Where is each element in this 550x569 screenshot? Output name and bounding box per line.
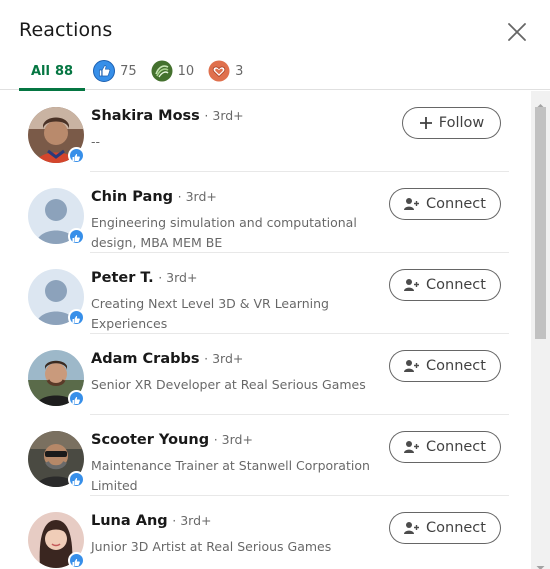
tab-love[interactable]: 3 (208, 52, 243, 90)
list-item[interactable]: Luna Ang · 3rd+ Junior 3D Artist at Real… (0, 496, 531, 569)
avatar[interactable] (28, 188, 85, 245)
connect-button[interactable]: Connect (389, 350, 501, 382)
add-person-icon (404, 359, 420, 373)
tab-like-count: 75 (120, 63, 137, 79)
tab-love-count: 3 (235, 63, 244, 79)
list-item[interactable]: Scooter Young · 3rd+ Maintenance Trainer… (0, 415, 531, 496)
add-person-icon (404, 440, 420, 454)
like-badge-icon (68, 147, 85, 164)
person-name-line: Adam Crabbs · 3rd+ (91, 351, 243, 367)
avatar[interactable] (28, 431, 85, 488)
connection-degree: · 3rd+ (158, 270, 198, 285)
avatar[interactable] (28, 350, 85, 407)
scroll-down-arrow-icon[interactable] (535, 557, 546, 569)
love-icon (208, 60, 230, 82)
tab-all-label: All (31, 63, 50, 79)
avatar[interactable] (28, 269, 85, 326)
scrollbar[interactable] (531, 91, 550, 569)
close-icon (508, 23, 526, 41)
follow-button-label: Follow (438, 115, 485, 131)
connect-button-label: Connect (426, 277, 486, 293)
person-name-line: Chin Pang · 3rd+ (91, 189, 217, 205)
support-icon (151, 60, 173, 82)
list-item[interactable]: Shakira Moss · 3rd+ -- Follow (0, 91, 531, 172)
add-person-icon (404, 521, 420, 535)
person-headline: Engineering simulation and computational… (91, 215, 357, 250)
scrollbar-thumb[interactable] (535, 107, 546, 339)
like-badge-icon (68, 390, 85, 407)
list-item[interactable]: Adam Crabbs · 3rd+ Senior XR Developer a… (0, 334, 531, 415)
tab-all-count: 88 (54, 63, 74, 79)
like-badge-icon (68, 309, 85, 326)
person-name-line: Shakira Moss · 3rd+ (91, 108, 244, 124)
connection-degree: · 3rd+ (177, 189, 217, 204)
person-headline: Creating Next Level 3D & VR Learning Exp… (91, 296, 329, 331)
connect-button[interactable]: Connect (389, 431, 501, 463)
follow-button[interactable]: Follow (402, 107, 501, 139)
tab-like[interactable]: 75 (93, 52, 137, 90)
connect-button-label: Connect (426, 520, 486, 536)
person-name[interactable]: Peter T. (91, 270, 154, 286)
add-person-icon (404, 197, 420, 211)
like-badge-icon (68, 228, 85, 245)
connect-button-label: Connect (426, 196, 486, 212)
reaction-tabs: All 88 75 10 3 (0, 52, 243, 91)
tab-support[interactable]: 10 (151, 52, 195, 90)
person-name-line: Peter T. · 3rd+ (91, 270, 197, 286)
like-icon (93, 60, 116, 82)
person-headline: Junior 3D Artist at Real Serious Games (91, 539, 332, 554)
person-name[interactable]: Scooter Young (91, 432, 209, 448)
connect-button[interactable]: Connect (389, 512, 501, 544)
person-headline: -- (91, 134, 101, 149)
reactions-modal: Reactions All 88 75 10 3 Shakira Moss · … (0, 0, 550, 569)
connect-button-label: Connect (426, 439, 486, 455)
connection-degree: · 3rd+ (172, 513, 212, 528)
list-item[interactable]: Peter T. · 3rd+ Creating Next Level 3D &… (0, 253, 531, 334)
scroll-up-arrow-icon[interactable] (535, 95, 546, 108)
person-name[interactable]: Shakira Moss (91, 108, 200, 124)
close-button[interactable] (505, 20, 529, 44)
connection-degree: · 3rd+ (204, 351, 244, 366)
list-item[interactable]: Chin Pang · 3rd+ Engineering simulation … (0, 172, 531, 253)
person-name[interactable]: Chin Pang (91, 189, 173, 205)
add-person-icon (404, 278, 420, 292)
like-badge-icon (68, 471, 85, 488)
connect-button[interactable]: Connect (389, 188, 501, 220)
connection-degree: · 3rd+ (213, 432, 253, 447)
modal-title: Reactions (19, 19, 113, 41)
person-name-line: Scooter Young · 3rd+ (91, 432, 253, 448)
tab-all[interactable]: All 88 (19, 52, 86, 91)
connect-button-label: Connect (426, 358, 486, 374)
connection-degree: · 3rd+ (204, 108, 244, 123)
tab-support-count: 10 (177, 63, 195, 79)
person-headline: Senior XR Developer at Real Serious Game… (91, 377, 366, 392)
modal-header: Reactions All 88 75 10 3 (0, 0, 550, 91)
avatar[interactable] (28, 107, 85, 164)
like-badge-icon (68, 552, 85, 569)
person-name[interactable]: Luna Ang (91, 513, 168, 529)
person-name-line: Luna Ang · 3rd+ (91, 513, 212, 529)
reactions-list[interactable]: Shakira Moss · 3rd+ -- Follow Chin Pang … (0, 91, 531, 569)
person-headline: Maintenance Trainer at Stanwell Corporat… (91, 458, 370, 493)
person-name[interactable]: Adam Crabbs (91, 351, 200, 367)
avatar[interactable] (28, 512, 85, 569)
connect-button[interactable]: Connect (389, 269, 501, 301)
plus-icon (419, 116, 433, 130)
